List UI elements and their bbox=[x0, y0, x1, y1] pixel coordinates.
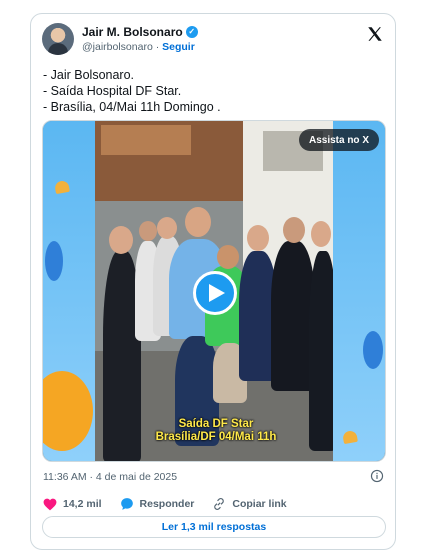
copy-link-label: Copiar link bbox=[232, 498, 287, 510]
author-name-line: Jair M. Bolsonaro ✓ bbox=[82, 25, 198, 39]
tweet-header: Jair M. Bolsonaro ✓ @jairbolsonaro · Seg… bbox=[42, 23, 386, 57]
balloon-decoration bbox=[363, 331, 383, 369]
balloon-decoration bbox=[45, 241, 63, 281]
play-button[interactable] bbox=[193, 271, 237, 315]
tweet-card: Jair M. Bolsonaro ✓ @jairbolsonaro · Seg… bbox=[30, 13, 396, 550]
tweet-line: - Jair Bolsonaro. bbox=[43, 68, 135, 82]
tweet-line: - Saída Hospital DF Star. bbox=[43, 84, 182, 98]
tweet-timestamp[interactable]: 11:36 AM · 4 de mai de 2025 bbox=[43, 471, 177, 483]
author-handle-line: @jairbolsonaro · Seguir bbox=[82, 41, 195, 53]
author-handle[interactable]: @jairbolsonaro bbox=[82, 41, 153, 53]
like-count: 14,2 mil bbox=[63, 498, 102, 510]
read-replies-button[interactable]: Ler 1,3 mil respostas bbox=[42, 516, 386, 538]
tweet-line: - Brasília, 04/Mai 11h Domingo . bbox=[43, 100, 221, 114]
reply-bubble-icon bbox=[120, 498, 133, 510]
link-icon bbox=[214, 498, 225, 510]
avatar[interactable] bbox=[42, 23, 74, 55]
action-bar: 14,2 mil Responder Copiar link bbox=[43, 496, 305, 512]
reply-label: Responder bbox=[139, 498, 195, 510]
info-icon[interactable] bbox=[370, 469, 384, 483]
video-caption-line: Saída DF Star bbox=[178, 418, 254, 430]
follow-link[interactable]: Seguir bbox=[162, 41, 195, 53]
tweet-text: - Jair Bolsonaro. - Saída Hospital DF St… bbox=[43, 67, 221, 115]
video-player[interactable]: Saída DF Star Brasília/DF 04/Mai 11h Ass… bbox=[42, 120, 386, 462]
play-icon bbox=[208, 284, 225, 302]
verified-badge-icon: ✓ bbox=[185, 26, 198, 38]
reply-button[interactable]: Responder bbox=[120, 497, 195, 511]
author-display-name[interactable]: Jair M. Bolsonaro bbox=[82, 25, 183, 39]
x-logo-icon[interactable] bbox=[366, 25, 384, 43]
like-button[interactable]: 14,2 mil bbox=[43, 498, 102, 511]
handle-separator: · bbox=[155, 41, 160, 53]
watch-on-x-button[interactable]: Assista no X bbox=[298, 129, 379, 151]
right-decoration bbox=[333, 121, 385, 461]
video-caption-line: Brasília/DF 04/Mai 11h bbox=[155, 431, 277, 443]
video-caption: Saída DF Star Brasília/DF 04/Mai 11h bbox=[131, 418, 301, 444]
heart-icon bbox=[43, 498, 57, 510]
copy-link-button[interactable]: Copiar link bbox=[212, 497, 287, 511]
